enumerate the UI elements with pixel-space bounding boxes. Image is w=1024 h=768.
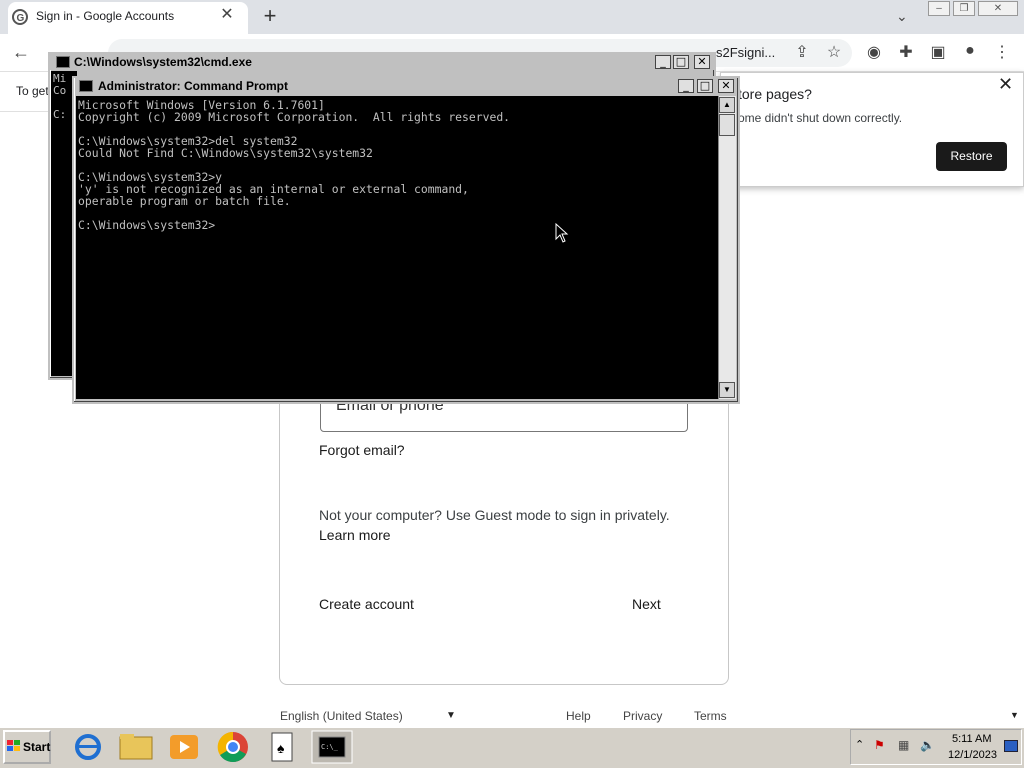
create-account-button[interactable]: Create account	[319, 596, 414, 612]
cmd-front-maximize-button[interactable]: □	[697, 79, 713, 93]
puzzle-icon[interactable]: ✚	[896, 42, 916, 62]
scroll-down-arrow[interactable]: ▼	[719, 382, 735, 398]
extension-icon[interactable]: ◉	[864, 42, 884, 62]
svg-text:G: G	[17, 13, 25, 24]
google-favicon: G	[12, 9, 28, 25]
menu-icon[interactable]: ⋮	[992, 42, 1012, 62]
infobar-text: To get	[16, 84, 49, 98]
cmd-front-minimize-button[interactable]: _	[678, 79, 694, 93]
ie-icon[interactable]	[66, 729, 110, 765]
language-select[interactable]: English (United States)	[280, 709, 403, 723]
share-icon[interactable]: ⇪	[792, 42, 812, 62]
learn-more-link[interactable]: Learn more	[319, 527, 391, 543]
close-icon[interactable]: ✕	[998, 74, 1013, 95]
tab-title: Sign in - Google Accounts	[36, 9, 175, 23]
console-scrollbar[interactable]	[718, 96, 736, 399]
cmd-icon	[79, 80, 93, 92]
help-link[interactable]: Help	[566, 709, 591, 723]
profile-icon[interactable]: ●	[960, 42, 980, 60]
cmd-back-title: C:\Windows\system32\cmd.exe	[74, 55, 252, 69]
guest-mode-text: Not your computer? Use Guest mode to sig…	[319, 507, 670, 523]
console-output: Microsoft Windows [Version 6.1.7601] Cop…	[78, 98, 511, 232]
scroll-up-arrow[interactable]: ▲	[719, 97, 735, 113]
chevron-down-icon[interactable]: ▼	[446, 710, 456, 721]
scroll-down-icon[interactable]: ▼	[1010, 710, 1019, 720]
scroll-thumb[interactable]	[719, 114, 735, 136]
cmd-back-text: Mi Co C:	[53, 72, 67, 121]
svg-text:C:\_: C:\_	[321, 743, 339, 751]
privacy-link[interactable]: Privacy	[623, 709, 662, 723]
cursor-icon	[555, 223, 569, 243]
media-icon[interactable]	[162, 729, 206, 765]
svg-text:♠: ♠	[277, 740, 285, 756]
cmd-front-close-button[interactable]: ✕	[718, 79, 734, 93]
network-icon[interactable]: ▦	[898, 738, 909, 752]
action-center-icon[interactable]: ⚑	[874, 738, 885, 752]
terms-link[interactable]: Terms	[694, 709, 727, 723]
tab-search-icon[interactable]: ⌄	[896, 8, 908, 25]
cmd-back-close-button[interactable]: ✕	[694, 55, 710, 69]
show-desktop-icon[interactable]	[1004, 740, 1018, 752]
new-tab-button[interactable]: +	[258, 4, 282, 28]
cmd-front-title: Administrator: Command Prompt	[98, 79, 289, 93]
restore-title: tore pages?	[738, 86, 812, 102]
clock-time[interactable]: 5:11 AM	[952, 733, 992, 745]
sidepanel-icon[interactable]: ▣	[928, 42, 948, 62]
minimize-button[interactable]: –	[928, 1, 950, 16]
next-button[interactable]: Next	[632, 596, 661, 612]
windows-flag-icon	[7, 740, 20, 751]
cmd-taskbar-icon[interactable]: C:\_	[310, 729, 354, 765]
tab-close-icon[interactable]: ✕	[218, 6, 236, 24]
chrome-icon[interactable]	[211, 729, 255, 765]
close-window-button[interactable]: ✕	[978, 1, 1018, 16]
restore-window-button[interactable]: ❐	[953, 1, 975, 16]
restore-button[interactable]: Restore	[936, 142, 1007, 171]
tray-expand-icon[interactable]: ⌃	[855, 738, 864, 751]
solitaire-icon[interactable]: ♠	[260, 729, 304, 765]
star-icon[interactable]: ☆	[824, 42, 844, 62]
cmd-back-minimize-button[interactable]: _	[655, 55, 671, 69]
restore-body: ome didn't shut down correctly.	[738, 111, 903, 125]
clock-date[interactable]: 12/1/2023	[948, 749, 997, 761]
forgot-email-link[interactable]: Forgot email?	[319, 442, 405, 458]
explorer-icon[interactable]	[114, 729, 158, 765]
volume-icon[interactable]: 🔈	[920, 738, 935, 752]
url-text: s2Fsigni...	[716, 45, 776, 60]
cmd-icon	[56, 56, 70, 68]
cmd-back-maximize-button[interactable]: □	[673, 55, 689, 69]
back-icon[interactable]: ←	[12, 42, 30, 63]
